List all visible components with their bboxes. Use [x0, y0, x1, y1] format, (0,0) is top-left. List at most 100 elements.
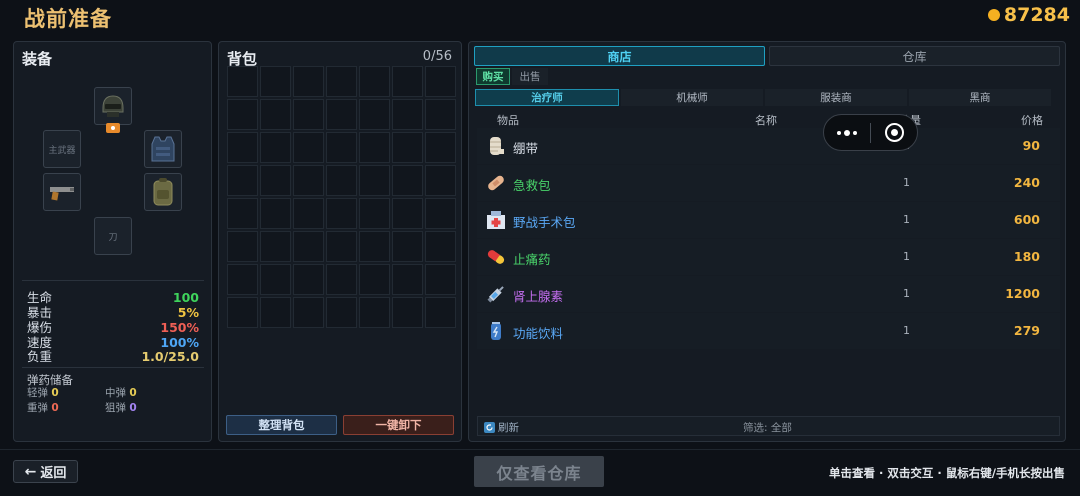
backpack-cell[interactable]: [293, 66, 324, 97]
sort-backpack-button[interactable]: 整理背包: [226, 415, 337, 435]
backpack-cell[interactable]: [425, 165, 456, 196]
bandage-icon: [485, 135, 507, 157]
backpack-cell[interactable]: [392, 66, 423, 97]
category-clothier[interactable]: 服装商: [765, 89, 907, 106]
backpack-cell[interactable]: [260, 264, 291, 295]
item-name: 绷带: [513, 141, 539, 156]
backpack-cell[interactable]: [293, 165, 324, 196]
backpack-cell[interactable]: [293, 132, 324, 163]
primary-weapon-slot[interactable]: 主武器: [43, 130, 81, 168]
back-button[interactable]: ← 返回: [13, 460, 78, 483]
backpack-cell[interactable]: [260, 99, 291, 130]
ammo-medium: 中弹 0: [105, 385, 137, 400]
backpack-cell[interactable]: [359, 198, 390, 229]
backpack-cell[interactable]: [392, 198, 423, 229]
backpack-cell[interactable]: [326, 132, 357, 163]
backpack-cell[interactable]: [359, 231, 390, 262]
backpack-cell[interactable]: [359, 132, 390, 163]
item-qty: 1: [903, 324, 910, 337]
backpack-cell[interactable]: [425, 231, 456, 262]
backpack-cell[interactable]: [227, 198, 258, 229]
tab-shop[interactable]: 商店: [474, 46, 765, 66]
category-black-market[interactable]: 黑商: [909, 89, 1051, 106]
backpack-cell[interactable]: [260, 132, 291, 163]
backpack-cell[interactable]: [227, 297, 258, 328]
backpack-cell[interactable]: [227, 132, 258, 163]
backpack-cell[interactable]: [425, 264, 456, 295]
backpack-cell[interactable]: [227, 66, 258, 97]
backpack-cell[interactable]: [326, 66, 357, 97]
filter-select[interactable]: 筛选: 全部: [743, 420, 792, 435]
stat-label: 生命: [27, 290, 53, 305]
column-name: 名称: [755, 114, 777, 127]
shop-item-row[interactable]: 野战手术包 1 600: [477, 202, 1060, 238]
backpack-cell[interactable]: [359, 297, 390, 328]
backpack-cell[interactable]: [293, 99, 324, 130]
backpack-cell[interactable]: [293, 231, 324, 262]
tab-warehouse[interactable]: 仓库: [769, 46, 1060, 66]
secondary-weapon-slot[interactable]: [43, 173, 81, 211]
backpack-cell[interactable]: [260, 231, 291, 262]
backpack-cell[interactable]: [392, 264, 423, 295]
backpack-cell[interactable]: [359, 66, 390, 97]
backpack-cell[interactable]: [392, 231, 423, 262]
shop-item-row[interactable]: 肾上腺素 1 1200: [477, 276, 1060, 312]
item-price: 279: [1013, 323, 1040, 338]
refresh-button[interactable]: 刷新: [484, 420, 519, 435]
shop-item-row[interactable]: 功能饮料 1 279: [477, 313, 1060, 349]
item-qty: 1: [903, 176, 910, 189]
backpack-cell[interactable]: [260, 198, 291, 229]
backpack-cell[interactable]: [227, 165, 258, 196]
subtab-sell[interactable]: 出售: [512, 68, 548, 85]
backpack-cell[interactable]: [227, 99, 258, 130]
backpack-cell[interactable]: [425, 297, 456, 328]
backpack-cell[interactable]: [260, 297, 291, 328]
page-title: 战前准备: [24, 7, 112, 31]
backpack-cell[interactable]: [392, 132, 423, 163]
category-healer[interactable]: 治疗师: [475, 89, 619, 106]
backpack-cell[interactable]: [392, 99, 423, 130]
backpack-cell[interactable]: [260, 165, 291, 196]
backpack-cell[interactable]: [293, 297, 324, 328]
helmet-slot[interactable]: [94, 87, 132, 125]
backpack-capacity: 0/56: [422, 49, 452, 64]
backpack-slot[interactable]: [144, 173, 182, 211]
subtab-buy[interactable]: 购买: [476, 68, 510, 85]
backpack-cell[interactable]: [260, 66, 291, 97]
view-warehouse-only-button[interactable]: 仅查看仓库: [474, 456, 604, 487]
backpack-cell[interactable]: [425, 66, 456, 97]
stat-weight: 负重 1.0/25.0: [27, 350, 199, 364]
pistol-icon: [50, 187, 74, 201]
backpack-cell[interactable]: [392, 165, 423, 196]
backpack-cell[interactable]: [326, 198, 357, 229]
item-price: 180: [1013, 249, 1040, 264]
backpack-cell[interactable]: [425, 132, 456, 163]
more-options-button[interactable]: [824, 115, 870, 150]
shop-item-row[interactable]: 急救包 1 240: [477, 165, 1060, 201]
backpack-cell[interactable]: [326, 99, 357, 130]
backpack-cell[interactable]: [359, 165, 390, 196]
backpack-cell[interactable]: [227, 264, 258, 295]
knife-slot[interactable]: 刀: [94, 217, 132, 255]
backpack-cell[interactable]: [326, 165, 357, 196]
unload-all-button[interactable]: 一键卸下: [343, 415, 454, 435]
category-mechanic[interactable]: 机械师: [621, 89, 763, 106]
backpack-cell[interactable]: [392, 297, 423, 328]
backpack-cell[interactable]: [326, 264, 357, 295]
backpack-cell[interactable]: [425, 99, 456, 130]
backpack-cell[interactable]: [359, 264, 390, 295]
shop-item-row[interactable]: 绷带 1 90: [477, 128, 1060, 164]
backpack-cell[interactable]: [359, 99, 390, 130]
stat-crit-damage: 爆伤 150%: [27, 321, 199, 335]
item-price: 1200: [1005, 286, 1040, 301]
backpack-cell[interactable]: [293, 198, 324, 229]
armor-slot[interactable]: [144, 130, 182, 168]
backpack-cell[interactable]: [326, 231, 357, 262]
item-price: 90: [1022, 138, 1040, 153]
backpack-cell[interactable]: [425, 198, 456, 229]
backpack-cell[interactable]: [227, 231, 258, 262]
shop-item-row[interactable]: 止痛药 1 180: [477, 239, 1060, 275]
backpack-cell[interactable]: [326, 297, 357, 328]
backpack-cell[interactable]: [293, 264, 324, 295]
close-target-button[interactable]: [871, 115, 917, 150]
